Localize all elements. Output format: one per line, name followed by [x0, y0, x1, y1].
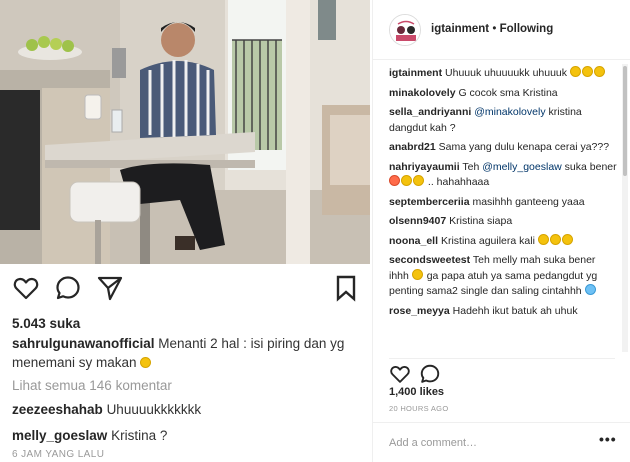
heart-icon[interactable] [12, 274, 40, 302]
comment-mention-link[interactable]: @minakolovely [474, 106, 545, 118]
comment-text: masihhh ganteeng yaaa [472, 195, 585, 208]
scrollbar-thumb[interactable] [623, 66, 627, 176]
comment-text: Kristina siapa [449, 215, 513, 227]
comment-item: anabrd21 Sama yang dulu kenapa cerai ya?… [389, 140, 617, 156]
comment-text: Sama yang dulu kenapa cerai ya??? [438, 141, 610, 153]
post-timestamp: 20 HOURS AGO [389, 404, 449, 413]
comment-username[interactable]: melly_goeslaw [12, 428, 107, 443]
add-comment-bar: ••• [373, 422, 630, 462]
heart-icon[interactable] [389, 363, 411, 385]
post-caption: sahrulgunawanofficial Menanti 2 hal : is… [12, 334, 362, 372]
laughing-emoji-icon [413, 175, 424, 186]
more-icon[interactable]: ••• [599, 431, 617, 447]
comment-text: Kristina ? [111, 428, 168, 443]
laughing-emoji-icon [537, 233, 549, 245]
see-no-evil-monkey-emoji-icon [584, 284, 596, 295]
comment-item: zeezeeshahab Uhuuuukkkkkkk [12, 402, 201, 417]
comment-item: noona_ell Kristina aguilera kali [389, 233, 617, 250]
comments-scrollbar[interactable] [622, 64, 628, 352]
comment-item: igtainment Uhuuuk uhuuuukk uhuuuk [389, 66, 617, 82]
comment-item: secondsweetest Teh melly mah suka bener … [389, 253, 617, 300]
laughing-emoji-icon [569, 66, 581, 77]
panel-actions [389, 358, 615, 384]
laughing-emoji-icon [581, 66, 593, 77]
angry-emoji-icon [389, 175, 400, 186]
comment-text: G cocok sma Kristina [458, 86, 558, 99]
add-comment-input[interactable] [389, 435, 589, 451]
comment-username[interactable]: noona_ell [389, 235, 438, 247]
post-photo[interactable] [0, 0, 370, 264]
comment-item: sella_andriyanni @minakolovely kristina … [389, 105, 617, 136]
comment-username[interactable]: igtainment [389, 67, 442, 79]
laughing-emoji-icon [411, 268, 423, 280]
post-actions [12, 274, 358, 302]
comment-text: Uhuuuukkkkkkk [106, 402, 202, 417]
comment-icon[interactable] [54, 274, 82, 302]
comment-text-before: Teh [462, 160, 480, 173]
avatar[interactable] [389, 14, 421, 46]
comments-panel: igtainment • Following igtainment Uhuuuk… [372, 0, 630, 462]
comment-item: nahriyayaumii Teh @melly_goeslaw suka be… [389, 160, 617, 191]
post-photo-scene [0, 0, 370, 264]
comment-item: rose_meyya Hadehh ikut batuk ah uhuk [389, 304, 617, 320]
comment-username[interactable]: anabrd21 [389, 141, 436, 153]
comment-username[interactable]: septemberceriia [389, 196, 470, 208]
view-all-comments-link[interactable]: Lihat semua 146 komentar [12, 378, 172, 393]
follow-status-button[interactable]: Following [500, 23, 554, 35]
comment-icon[interactable] [419, 363, 441, 385]
comment-username[interactable]: zeezeeshahab [12, 402, 103, 417]
comment-item: melly_goeslaw Kristina ? [12, 428, 167, 443]
laughing-emoji-icon [561, 233, 573, 245]
comment-text: Uhuuuk uhuuuukk uhuuuk [445, 67, 568, 79]
comment-text: suka bener [564, 160, 617, 173]
comment-username[interactable]: minakolovely [389, 87, 456, 99]
header-separator: • [492, 23, 497, 35]
comment-username[interactable]: secondsweetest [389, 254, 470, 266]
comment-username[interactable]: nahriyayaumii [389, 161, 460, 173]
account-header: igtainment • Following [431, 23, 553, 35]
share-icon[interactable] [96, 274, 124, 302]
post-timestamp: 6 JAM YANG LALU [12, 449, 105, 460]
comment-username[interactable]: rose_meyya [389, 305, 450, 317]
comment-list: igtainment Uhuuuk uhuuuukk uhuuuk minako… [389, 66, 617, 352]
like-count[interactable]: 1,400 likes [389, 386, 444, 398]
laughing-emoji-icon [549, 233, 561, 245]
comment-item: olsenn9407 Kristina siapa [389, 214, 617, 230]
laughing-emoji-icon [593, 66, 605, 77]
bookmark-icon[interactable] [332, 274, 360, 302]
comment-username[interactable]: sella_andriyanni [389, 106, 471, 118]
comment-mention-link[interactable]: @melly_goeslaw [482, 161, 562, 173]
comment-text: Hadehh ikut batuk ah uhuk [452, 304, 578, 317]
smiling-face-emoji-icon [140, 357, 152, 368]
comment-item: septemberceriia masihhh ganteeng yaaa [389, 195, 617, 211]
comment-item: minakolovely G cocok sma Kristina [389, 86, 617, 102]
panel-header: igtainment • Following [373, 0, 630, 60]
comment-username[interactable]: olsenn9407 [389, 215, 446, 227]
like-count[interactable]: 5.043 suka [12, 316, 80, 331]
laughing-emoji-icon [401, 175, 412, 186]
account-username[interactable]: igtainment [431, 23, 489, 35]
comment-text: Kristina aguilera kali [440, 234, 535, 247]
comment-text-after: .. hahahhaaa [427, 176, 490, 188]
caption-username[interactable]: sahrulgunawanofficial [12, 336, 155, 351]
mobile-post: 5.043 suka sahrulgunawanofficial Menanti… [0, 0, 370, 462]
